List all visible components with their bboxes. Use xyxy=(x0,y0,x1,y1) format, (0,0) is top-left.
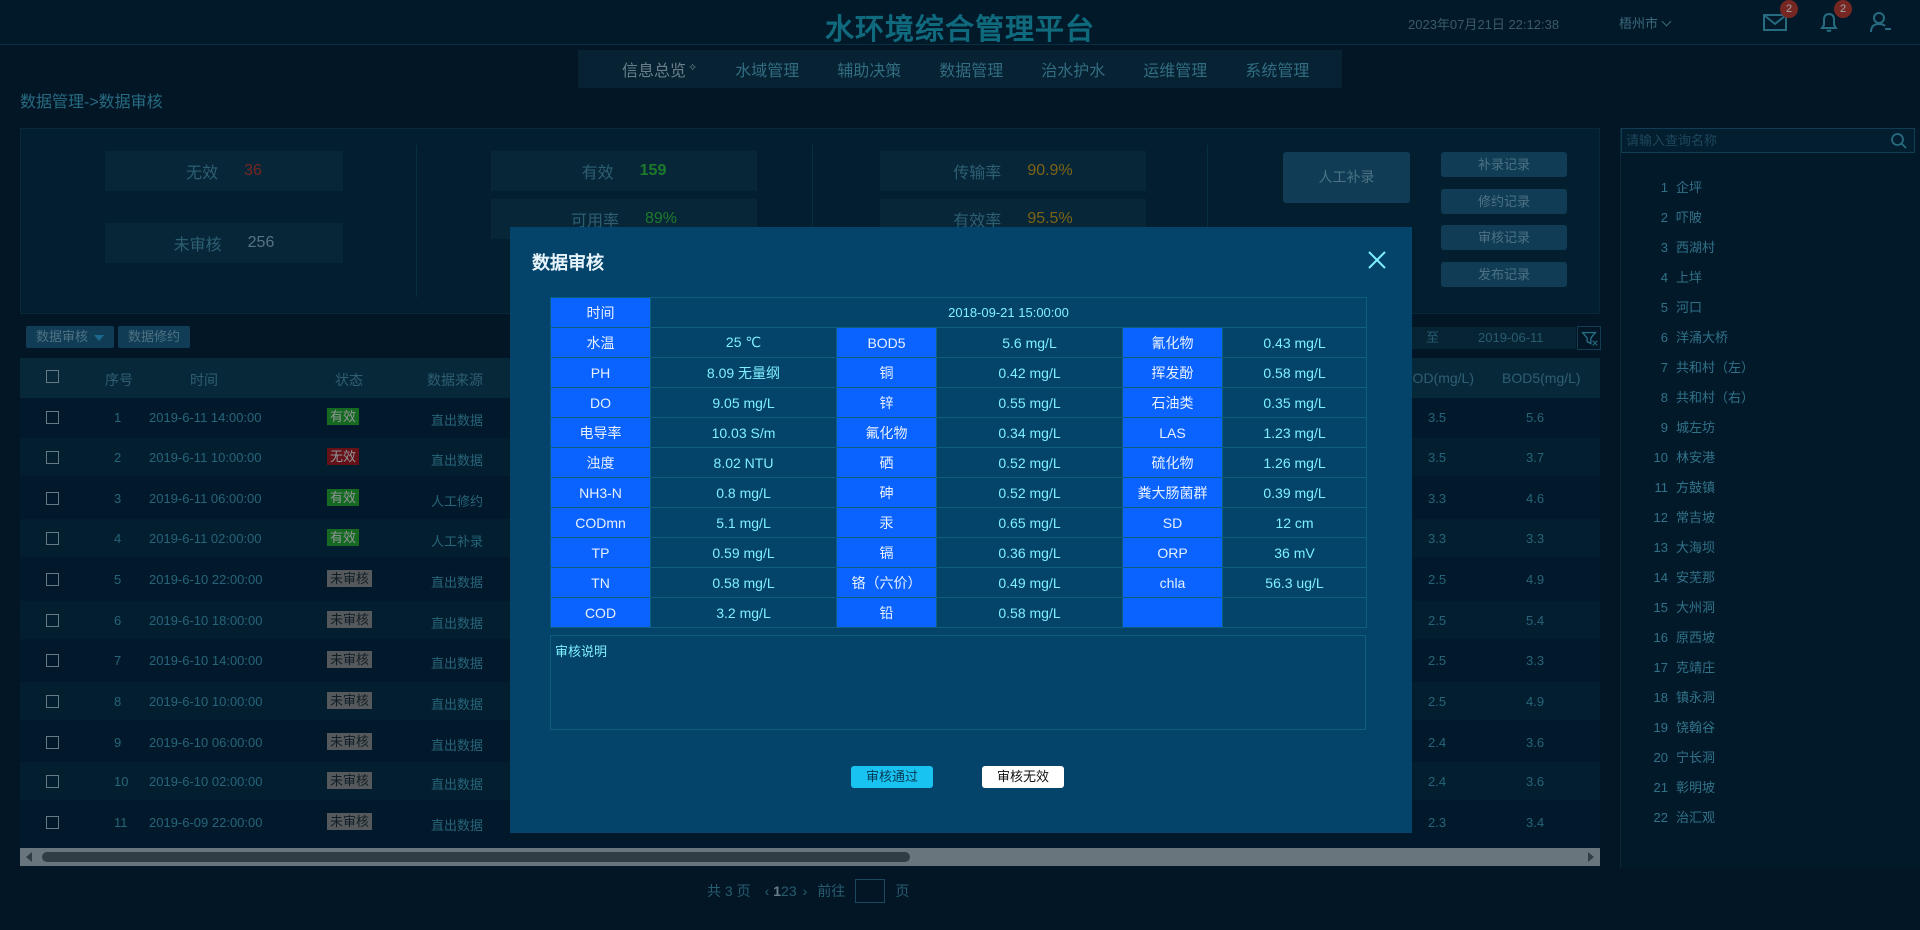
param-value: 0.55 mg/L xyxy=(936,387,1123,418)
param-label: 汞 xyxy=(836,507,937,538)
param-label: 铅 xyxy=(836,597,937,628)
param-label: LAS xyxy=(1122,417,1223,448)
measurement-body: 时间 2018-09-21 15:00:00 水温 25 ℃ BOD5 5.6 mg/… xyxy=(550,297,1367,628)
param-label: 挥发酚 xyxy=(1122,357,1223,388)
param-label: 粪大肠菌群 xyxy=(1122,477,1223,508)
param-value: 36 mV xyxy=(1222,537,1367,568)
param-value: 0.39 mg/L xyxy=(1222,477,1367,508)
param-value: 0.52 mg/L xyxy=(936,447,1123,478)
param-label: chla xyxy=(1122,567,1223,598)
param-value: 8.02 NTU xyxy=(650,447,837,478)
param-label: TN xyxy=(550,567,651,598)
param-value: 0.58 mg/L xyxy=(1222,357,1367,388)
param-label: 硫化物 xyxy=(1122,447,1223,478)
param-label: 硒 xyxy=(836,447,937,478)
param-value: 0.43 mg/L xyxy=(1222,327,1367,358)
param-label: 电导率 xyxy=(550,417,651,448)
param-value: 0.65 mg/L xyxy=(936,507,1123,538)
param-value: 56.3 ug/L xyxy=(1222,567,1367,598)
measurement-row: CODmn 5.1 mg/L 汞 0.65 mg/L SD 12 cm xyxy=(550,507,1367,538)
param-value: 5.6 mg/L xyxy=(936,327,1123,358)
param-label: SD xyxy=(1122,507,1223,538)
param-label: BOD5 xyxy=(836,327,937,358)
param-value: 0.35 mg/L xyxy=(1222,387,1367,418)
param-value: 12 cm xyxy=(1222,507,1367,538)
measurement-row: 时间 2018-09-21 15:00:00 xyxy=(550,297,1367,328)
param-value: 10.03 S/m xyxy=(650,417,837,448)
audit-modal: 数据审核 时间 2018-09-21 15:00:00 水温 25 ℃ BOD5 5.… xyxy=(510,227,1412,833)
param-label xyxy=(1122,597,1223,628)
measurement-row: PH 8.09 无量纲铜 0.42 mg/L 挥发酚 0.58 mg/L xyxy=(550,357,1367,388)
param-label: ORP xyxy=(1122,537,1223,568)
modal-title: 数据审核 xyxy=(532,253,604,273)
measurement-row: 浊度 8.02 NTU 硒 0.52 mg/L 硫化物 1.26 mg/L xyxy=(550,447,1367,478)
param-value: 0.34 mg/L xyxy=(936,417,1123,448)
param-value: 0.42 mg/L xyxy=(936,357,1123,388)
measurement-row: 电导率 10.03 S/m 氟化物 0.34 mg/L LAS 1.23 mg/L xyxy=(550,417,1367,448)
measurement-row: 水温 25 ℃ BOD5 5.6 mg/L 氰化物 0.43 mg/L xyxy=(550,327,1367,358)
param-label: CODmn xyxy=(550,507,651,538)
param-value: 5.1 mg/L xyxy=(650,507,837,538)
measurement-table: 时间 2018-09-21 15:00:00 水温 25 ℃ BOD5 5.6 mg/… xyxy=(550,297,1367,628)
param-label: NH3-N xyxy=(550,477,651,508)
param-value: 0.58 mg/L xyxy=(936,597,1123,628)
param-label: PH xyxy=(550,357,651,388)
param-label: 锌 xyxy=(836,387,937,418)
measurement-row: TN 0.58 mg/L 铬（六价） 0.49 mg/L chla 56.3 ug/L xyxy=(550,567,1367,598)
measurement-row: DO 9.05 mg/L 锌 0.55 mg/L 石油类 0.35 mg/L xyxy=(550,387,1367,418)
param-value: 1.26 mg/L xyxy=(1222,447,1367,478)
param-label: COD xyxy=(550,597,651,628)
time-label: 时间 xyxy=(550,297,651,328)
param-label: 氰化物 xyxy=(1122,327,1223,358)
param-label: 石油类 xyxy=(1122,387,1223,418)
param-value: 0.52 mg/L xyxy=(936,477,1123,508)
param-value: 0.36 mg/L xyxy=(936,537,1123,568)
param-value: 1.23 mg/L xyxy=(1222,417,1367,448)
param-value: 0.49 mg/L xyxy=(936,567,1123,598)
param-label: 砷 xyxy=(836,477,937,508)
param-label: 铬（六价） xyxy=(836,567,937,598)
time-value: 2018-09-21 15:00:00 xyxy=(650,297,1367,328)
param-value xyxy=(1222,597,1367,628)
param-label: 镉 xyxy=(836,537,937,568)
approve-button[interactable]: 审核通过 xyxy=(851,766,933,788)
audit-notes-field[interactable]: 审核说明 xyxy=(550,635,1366,730)
param-value: 0.58 mg/L xyxy=(650,567,837,598)
param-label: TP xyxy=(550,537,651,568)
param-label: 浊度 xyxy=(550,447,651,478)
param-value: 0.8 mg/L xyxy=(650,477,837,508)
notes-label: 审核说明 xyxy=(555,644,608,659)
param-label: 水温 xyxy=(550,327,651,358)
param-value: 9.05 mg/L xyxy=(650,387,837,418)
measurement-row: TP 0.59 mg/L 镉 0.36 mg/L ORP 36 mV xyxy=(550,537,1367,568)
param-label: DO xyxy=(550,387,651,418)
reject-button[interactable]: 审核无效 xyxy=(982,766,1064,788)
close-icon[interactable] xyxy=(1366,249,1388,271)
param-value: 25 ℃ xyxy=(650,327,837,358)
param-value: 8.09 无量纲 xyxy=(650,357,837,388)
param-label: 铜 xyxy=(836,357,937,388)
measurement-row: NH3-N 0.8 mg/L 砷 0.52 mg/L 粪大肠菌群 0.39 mg/L xyxy=(550,477,1367,508)
param-value: 3.2 mg/L xyxy=(650,597,837,628)
measurement-row: COD 3.2 mg/L 铅 0.58 mg/L xyxy=(550,597,1367,628)
param-value: 0.59 mg/L xyxy=(650,537,837,568)
param-label: 氟化物 xyxy=(836,417,937,448)
